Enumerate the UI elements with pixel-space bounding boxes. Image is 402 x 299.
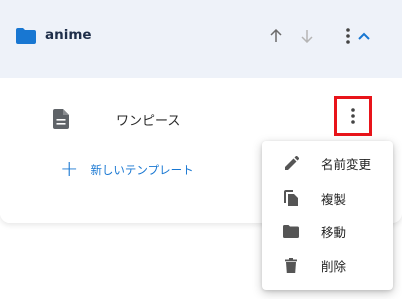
folder-name: anime (45, 27, 92, 43)
copy-icon (282, 189, 300, 207)
add-template-label: 新しいテンプレート (90, 163, 194, 177)
folder-icon (16, 28, 36, 44)
more-vert-icon (351, 108, 355, 124)
menu-item-label: 名前変更 (321, 156, 372, 172)
more-vert-icon (346, 28, 350, 44)
template-more-button[interactable] (334, 96, 372, 136)
menu-item-delete[interactable]: 削除 (262, 248, 393, 282)
chevron-up-icon (358, 32, 370, 40)
pencil-icon (282, 154, 300, 172)
menu-item-move[interactable]: 移動 (262, 214, 393, 248)
menu-item-rename[interactable]: 名前変更 (262, 146, 393, 180)
menu-item-label: 移動 (321, 224, 347, 240)
trash-icon (282, 256, 300, 274)
collapse-button[interactable] (354, 26, 374, 46)
arrow-down-icon (301, 30, 313, 43)
add-template-button[interactable]: + 新しいテンプレート (60, 157, 194, 182)
plus-icon: + (60, 157, 79, 182)
folder-icon (282, 222, 300, 240)
menu-item-label: 複製 (321, 191, 347, 207)
file-icon (53, 109, 69, 129)
move-up-button[interactable] (266, 26, 286, 46)
arrow-up-icon (270, 29, 282, 42)
menu-item-duplicate[interactable]: 複製 (262, 181, 393, 215)
stage: anime ワンピース + 新しいテンプレート 名前変更 複製 移動 削除 (0, 0, 402, 299)
move-down-button[interactable] (297, 26, 317, 46)
template-name[interactable]: ワンピース (116, 110, 180, 129)
context-menu: 名前変更 複製 移動 削除 (262, 141, 393, 290)
folder-header[interactable]: anime (0, 0, 402, 78)
menu-item-label: 削除 (321, 258, 347, 274)
